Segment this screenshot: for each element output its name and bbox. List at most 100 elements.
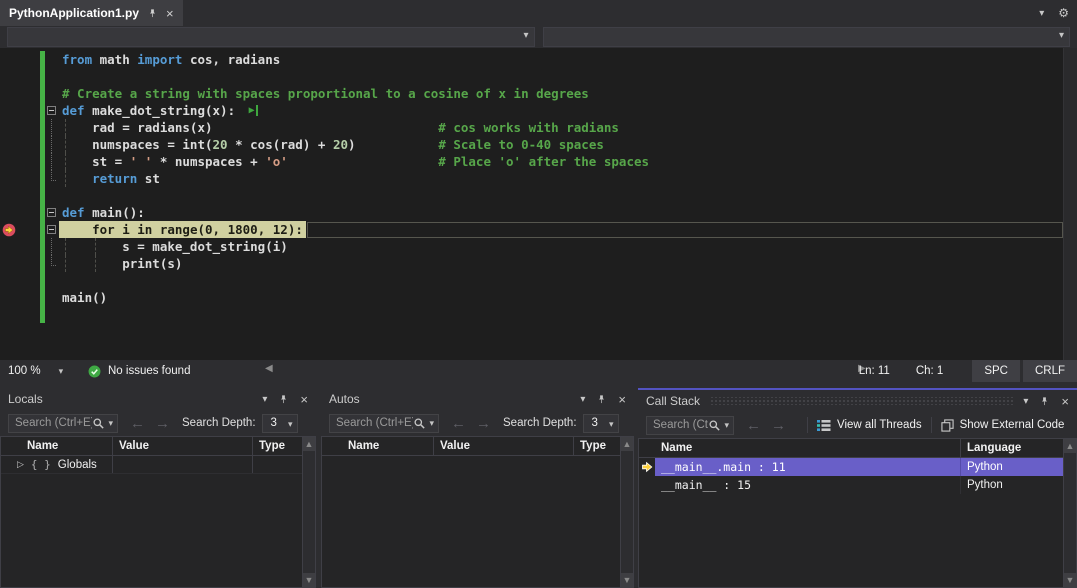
code-line[interactable] <box>0 306 1063 323</box>
settings-gear-icon[interactable]: ⚙ <box>1058 6 1069 20</box>
expand-arrow-icon[interactable]: ▷ <box>17 459 24 470</box>
fold-collapse-icon[interactable] <box>47 106 56 115</box>
close-icon[interactable]: × <box>300 392 308 407</box>
fold-margin[interactable] <box>45 238 58 255</box>
code-line[interactable] <box>0 272 1063 289</box>
call-stack-title-bar[interactable]: Call Stack ▾ × <box>638 390 1077 412</box>
breakpoint-margin[interactable] <box>0 136 18 153</box>
pin-icon[interactable] <box>596 394 607 405</box>
chevron-down-icon[interactable]: ▾ <box>724 420 729 431</box>
fold-margin[interactable] <box>45 204 58 221</box>
code-line[interactable]: for i in range(0, 1800, 12): <box>0 221 1063 238</box>
code-line[interactable]: def main(): <box>0 204 1063 221</box>
code-editor[interactable]: from math import cos, radians # Create a … <box>0 48 1077 360</box>
callstack-frame-row[interactable]: __main__.main : 11Python <box>639 458 1063 476</box>
code-line[interactable]: numspaces = int(20 * cos(rad) + 20) # Sc… <box>0 136 1063 153</box>
search-input[interactable]: Search (Ctrl+E) ▾ <box>8 414 118 433</box>
close-icon[interactable]: × <box>618 392 626 407</box>
breakpoint-margin[interactable] <box>0 153 18 170</box>
autos-scrollbar[interactable]: ▲ ▼ <box>620 437 633 587</box>
chevron-down-icon[interactable]: ▾ <box>262 394 267 405</box>
column-header-name[interactable]: Name <box>1 437 113 455</box>
fold-margin[interactable] <box>45 255 58 272</box>
editor-vertical-scrollbar[interactable] <box>1063 48 1077 360</box>
scroll-down-icon[interactable]: ▼ <box>1064 573 1076 587</box>
inline-run-icon[interactable]: ▶ <box>249 102 258 119</box>
variable-row[interactable]: ▷{ }Globals <box>1 456 302 474</box>
fold-margin[interactable] <box>45 187 58 204</box>
back-arrow-icon[interactable]: ← <box>746 417 761 434</box>
scroll-down-icon[interactable]: ▼ <box>303 573 315 587</box>
breakpoint-margin[interactable] <box>0 187 18 204</box>
variable-value-cell[interactable] <box>113 456 253 473</box>
column-header-name[interactable]: Name <box>655 439 961 457</box>
spaces-toggle[interactable]: SPC <box>972 360 1020 382</box>
fold-margin[interactable] <box>45 102 58 119</box>
locals-title-bar[interactable]: Locals ▾ × <box>0 388 316 410</box>
frame-language-cell[interactable]: Python <box>961 476 1063 494</box>
fold-collapse-icon[interactable] <box>47 208 56 217</box>
fold-margin[interactable] <box>45 306 58 323</box>
callstack-frame-row[interactable]: __main__ : 15Python <box>639 476 1063 494</box>
code-line[interactable]: s = make_dot_string(i) <box>0 238 1063 255</box>
column-header-type[interactable]: Type <box>253 437 302 455</box>
search-depth-dropdown[interactable]: 3▾ <box>262 414 298 433</box>
back-arrow-icon[interactable]: ← <box>130 415 145 432</box>
code-line[interactable]: print(s) <box>0 255 1063 272</box>
fold-margin[interactable] <box>45 170 58 187</box>
frame-language-cell[interactable]: Python <box>961 458 1063 476</box>
pin-icon[interactable] <box>278 394 289 405</box>
search-input[interactable]: Search (Ctrl+E) ▾ <box>646 416 734 435</box>
column-header-value[interactable]: Value <box>434 437 574 455</box>
breakpoint-margin[interactable] <box>0 272 18 289</box>
column-header-language[interactable]: Language <box>961 439 1063 457</box>
forward-arrow-icon[interactable]: → <box>771 417 786 434</box>
breakpoint-margin[interactable] <box>0 238 18 255</box>
fold-collapse-icon[interactable] <box>47 225 56 234</box>
fold-margin[interactable] <box>45 51 58 68</box>
call-stack-scrollbar[interactable]: ▲ ▼ <box>1063 439 1076 587</box>
eol-toggle[interactable]: CRLF <box>1023 360 1077 382</box>
type-dropdown[interactable]: ▾ <box>7 27 535 47</box>
pin-icon[interactable] <box>147 8 158 19</box>
show-external-code-button[interactable]: Show External Code <box>941 419 1065 432</box>
chevron-down-icon[interactable]: ▾ <box>429 418 434 429</box>
breakpoint-margin[interactable] <box>0 102 18 119</box>
variable-name-cell[interactable]: ▷{ }Globals <box>1 456 113 473</box>
breakpoint-margin[interactable] <box>0 204 18 221</box>
code-line[interactable]: # Create a string with spaces proportion… <box>0 85 1063 102</box>
chevron-down-icon[interactable]: ▾ <box>580 394 585 405</box>
breakpoint-margin[interactable] <box>0 51 18 68</box>
fold-margin[interactable] <box>45 119 58 136</box>
fold-margin[interactable] <box>45 272 58 289</box>
chevron-down-icon[interactable]: ▾ <box>1023 396 1028 407</box>
code-line[interactable] <box>0 68 1063 85</box>
code-line[interactable]: def make_dot_string(x): ▶ <box>0 102 1063 119</box>
frame-name-cell[interactable]: __main__.main : 11 <box>655 458 961 476</box>
column-header-name[interactable]: Name <box>322 437 434 455</box>
hscroll-left-arrow-icon[interactable]: ◀ <box>265 363 273 374</box>
code-line[interactable]: from math import cos, radians <box>0 51 1063 68</box>
breakpoint-margin[interactable] <box>0 289 18 306</box>
chevron-down-icon[interactable]: ▾ <box>1039 8 1044 19</box>
code-line[interactable]: return st <box>0 170 1063 187</box>
breakpoint-margin[interactable] <box>0 170 18 187</box>
scroll-up-icon[interactable]: ▲ <box>303 437 315 451</box>
autos-title-bar[interactable]: Autos ▾ × <box>321 388 634 410</box>
scroll-down-icon[interactable]: ▼ <box>621 573 633 587</box>
zoom-level-dropdown[interactable]: 100 %▾ <box>8 360 63 382</box>
chevron-down-icon[interactable]: ▾ <box>108 418 113 429</box>
breakpoint-margin[interactable] <box>0 85 18 102</box>
breakpoint-margin[interactable] <box>0 119 18 136</box>
code-line[interactable]: rad = radians(x) # cos works with radian… <box>0 119 1063 136</box>
fold-margin[interactable] <box>45 85 58 102</box>
forward-arrow-icon[interactable]: → <box>476 415 491 432</box>
scroll-up-icon[interactable]: ▲ <box>621 437 633 451</box>
breakpoint-margin[interactable] <box>0 221 18 238</box>
code-line[interactable]: st = ' ' * numspaces + 'o' # Place 'o' a… <box>0 153 1063 170</box>
code-line[interactable]: main() <box>0 289 1063 306</box>
view-all-threads-button[interactable]: View all Threads <box>817 419 922 432</box>
variable-type-cell[interactable] <box>253 456 302 473</box>
frame-name-cell[interactable]: __main__ : 15 <box>655 476 961 494</box>
fold-margin[interactable] <box>45 221 58 238</box>
